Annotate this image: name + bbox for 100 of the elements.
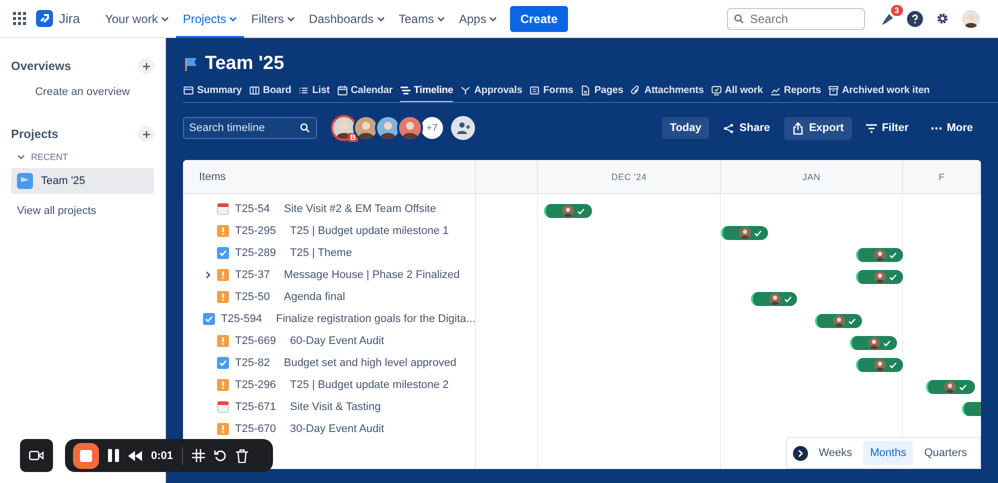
timeline-bar[interactable] bbox=[856, 358, 903, 372]
more-button[interactable]: More bbox=[922, 117, 981, 139]
issue-key[interactable]: T25-50 bbox=[235, 291, 270, 303]
project-tab[interactable]: Board bbox=[248, 81, 292, 102]
nav-menu[interactable]: Dashboards bbox=[302, 0, 392, 38]
allwork-icon bbox=[710, 85, 722, 96]
chevron-right-icon[interactable] bbox=[204, 271, 212, 279]
issue-summary[interactable]: T25 | Theme bbox=[290, 247, 352, 259]
assignee-avatar[interactable] bbox=[874, 249, 886, 261]
issue-key[interactable]: T25-670 bbox=[235, 423, 276, 435]
issue-key[interactable]: T25-82 bbox=[235, 357, 270, 369]
timeline-bar[interactable] bbox=[751, 292, 797, 306]
profile-avatar[interactable] bbox=[962, 10, 980, 28]
view-all-projects-link[interactable]: View all projects bbox=[17, 205, 96, 217]
assignee-avatar[interactable] bbox=[874, 271, 886, 283]
nav-menu[interactable]: Teams bbox=[392, 0, 452, 38]
share-button[interactable]: Share bbox=[715, 117, 778, 139]
issue-key[interactable]: T25-669 bbox=[235, 335, 276, 347]
avatar[interactable] bbox=[377, 117, 399, 139]
add-people-button[interactable] bbox=[451, 116, 475, 140]
timeline-bar[interactable] bbox=[544, 204, 592, 218]
app-switcher-icon[interactable] bbox=[13, 12, 26, 25]
assignee-avatar[interactable] bbox=[833, 315, 845, 327]
stop-button[interactable] bbox=[73, 442, 99, 468]
recent-section-toggle[interactable]: RECENT bbox=[17, 152, 68, 162]
delete-button[interactable] bbox=[236, 448, 248, 462]
issue-key[interactable]: T25-594 bbox=[221, 313, 262, 325]
nav-menu[interactable]: Filters bbox=[244, 0, 302, 38]
issue-key[interactable]: T25-37 bbox=[235, 269, 270, 281]
issue-summary[interactable]: 60-Day Event Audit bbox=[290, 335, 384, 347]
issue-summary[interactable]: Finalize registration goals for the Digita... bbox=[276, 313, 476, 325]
avatar[interactable] bbox=[355, 117, 377, 139]
issue-key[interactable]: T25-289 bbox=[235, 247, 276, 259]
project-tab[interactable]: Calendar bbox=[336, 81, 393, 102]
notification-icon[interactable] bbox=[881, 12, 895, 26]
issue-summary[interactable]: Site Visit #2 & EM Team Offsite bbox=[284, 203, 436, 215]
chevron-down-icon bbox=[436, 16, 445, 22]
project-tab[interactable]: All work bbox=[710, 81, 763, 102]
assignee-avatar[interactable] bbox=[562, 205, 574, 217]
issue-key[interactable]: T25-295 bbox=[235, 225, 276, 237]
project-item[interactable]: Team '25 bbox=[11, 168, 154, 194]
issue-summary[interactable]: T25 | Budget update milestone 2 bbox=[290, 379, 449, 391]
add-button[interactable] bbox=[138, 126, 154, 142]
timescale-option[interactable]: Months bbox=[863, 441, 914, 465]
assignee-avatar[interactable] bbox=[868, 337, 880, 349]
timescale-option[interactable]: Weeks bbox=[812, 441, 860, 465]
issue-key[interactable]: T25-671 bbox=[235, 401, 276, 413]
timeline-bar[interactable] bbox=[721, 226, 768, 240]
settings-icon[interactable] bbox=[935, 11, 950, 26]
restart-button[interactable] bbox=[214, 449, 228, 462]
today-button[interactable]: Today bbox=[662, 117, 710, 139]
avatar[interactable] bbox=[399, 117, 421, 139]
project-tab[interactable]: Reports bbox=[770, 81, 821, 102]
nav-menu[interactable]: Your work bbox=[98, 0, 176, 38]
assignee-avatar[interactable] bbox=[769, 293, 781, 305]
avatar[interactable] bbox=[333, 117, 355, 139]
assignee-avatar[interactable] bbox=[874, 359, 886, 371]
issue-summary[interactable]: Budget set and high level approved bbox=[284, 357, 456, 369]
project-tab[interactable]: Approvals bbox=[460, 81, 522, 102]
project-tab[interactable]: List bbox=[298, 81, 330, 102]
issue-summary[interactable]: Site Visit & Tasting bbox=[290, 401, 381, 413]
export-button[interactable]: Export bbox=[784, 116, 852, 140]
project-tab[interactable]: Timeline bbox=[400, 81, 454, 102]
issue-summary[interactable]: 30-Day Event Audit bbox=[290, 423, 384, 435]
assignee-avatar[interactable] bbox=[739, 227, 751, 239]
timeline-bar[interactable] bbox=[850, 336, 897, 350]
timescale-option[interactable]: Quarters bbox=[917, 441, 974, 465]
assignee-avatar[interactable] bbox=[944, 381, 956, 393]
project-tab[interactable]: Attachments bbox=[630, 81, 704, 102]
timeline-search-field[interactable]: Search timeline bbox=[183, 117, 317, 139]
timeline-bar[interactable] bbox=[815, 314, 862, 328]
search-icon bbox=[734, 14, 744, 24]
approvals-icon bbox=[460, 85, 472, 96]
project-tab[interactable]: Archived work iten bbox=[828, 81, 930, 102]
arrow-right-icon[interactable] bbox=[792, 446, 808, 460]
pause-button[interactable] bbox=[108, 449, 119, 462]
issue-key[interactable]: T25-296 bbox=[235, 379, 276, 391]
grid-button[interactable] bbox=[192, 449, 206, 462]
create-button[interactable]: Create bbox=[510, 6, 568, 32]
issue-key[interactable]: T25-54 bbox=[235, 203, 270, 215]
timeline-bar[interactable] bbox=[856, 270, 903, 284]
camera-button[interactable] bbox=[20, 439, 53, 472]
more-people-count[interactable]: +7 bbox=[419, 115, 445, 141]
timeline-bar[interactable] bbox=[926, 380, 975, 394]
add-button[interactable] bbox=[138, 58, 154, 74]
issue-summary[interactable]: T25 | Budget update milestone 1 bbox=[290, 225, 449, 237]
nav-menu[interactable]: Apps bbox=[452, 0, 504, 38]
jira-logo-icon[interactable] bbox=[36, 10, 53, 27]
project-tab[interactable]: Forms bbox=[529, 81, 574, 102]
search-field[interactable]: Search bbox=[727, 8, 865, 30]
help-icon[interactable] bbox=[907, 10, 923, 26]
project-tab[interactable]: Pages bbox=[580, 81, 624, 102]
trash-icon bbox=[236, 448, 248, 462]
filter-button[interactable]: Filter bbox=[858, 117, 917, 139]
project-tab[interactable]: Summary bbox=[183, 81, 242, 102]
timeline-bar[interactable] bbox=[856, 248, 903, 262]
create-overview-link[interactable]: Create an overview bbox=[11, 86, 154, 98]
rewind-button[interactable] bbox=[128, 450, 142, 460]
issue-summary[interactable]: Agenda final bbox=[284, 291, 346, 303]
issue-summary[interactable]: Message House | Phase 2 Finalized bbox=[284, 269, 460, 281]
